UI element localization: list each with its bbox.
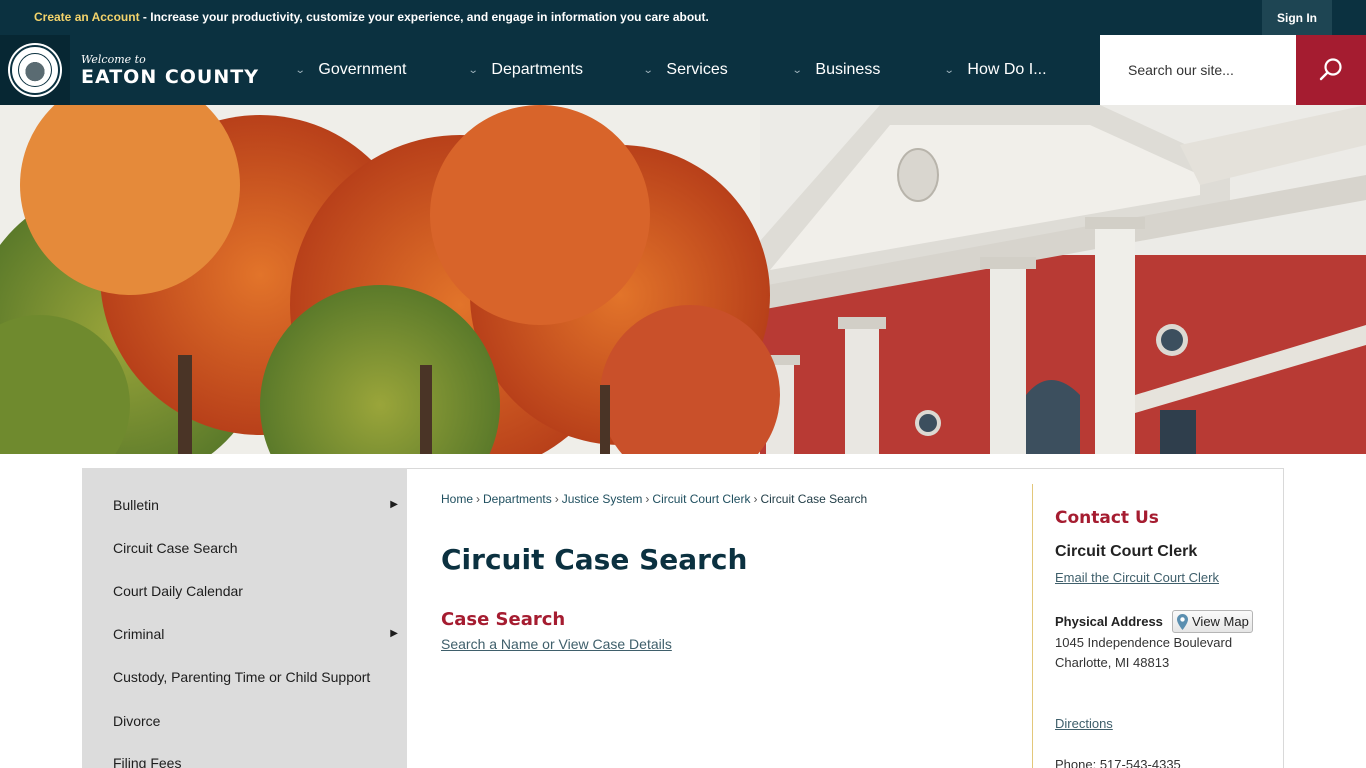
sidebar-item-label: Custody, Parenting Time or Child Support <box>113 669 371 685</box>
sidebar-item-label: Filing Fees <box>113 755 182 768</box>
chevron-down-icon: ⌄ <box>642 64 654 76</box>
phone-label: Phone: <box>1055 757 1100 768</box>
chevron-down-icon: ⌄ <box>791 64 803 76</box>
case-search-heading: Case Search <box>441 609 566 630</box>
sidebar-item-custody[interactable]: Custody, Parenting Time or Child Support <box>113 669 398 689</box>
page-title: Circuit Case Search <box>441 543 748 576</box>
column-divider <box>1032 484 1033 768</box>
account-bar: Create an Account - Increase your produc… <box>0 0 1366 35</box>
view-map-button[interactable]: View Map <box>1172 610 1253 633</box>
breadcrumb-separator: › <box>645 492 650 506</box>
breadcrumb-justice-system[interactable]: Justice System <box>562 492 643 506</box>
sidebar-item-label: Bulletin <box>113 497 159 513</box>
breadcrumb-separator: › <box>476 492 481 506</box>
contact-heading: Contact Us <box>1055 508 1159 528</box>
sidebar-nav: Bulletin ▶ Circuit Case Search Court Dai… <box>82 468 407 768</box>
nav-government[interactable]: ⌄ Government <box>294 35 407 105</box>
nav-business[interactable]: ⌄ Business <box>791 35 881 105</box>
sidebar-item-circuit-case-search[interactable]: Circuit Case Search <box>113 540 398 560</box>
sidebar-item-criminal[interactable]: Criminal ▶ <box>113 626 398 646</box>
address-line-2: Charlotte, MI 48813 <box>1055 655 1170 670</box>
nav-label: Government <box>318 61 407 78</box>
nav-label: Business <box>815 61 881 78</box>
breadcrumb-separator: › <box>554 492 559 506</box>
sidebar-item-court-daily-calendar[interactable]: Court Daily Calendar <box>113 583 398 603</box>
sidebar-item-label: Divorce <box>113 713 161 729</box>
site-header: Welcome to EATON COUNTY ⌄ Government ⌄ D… <box>0 35 1366 105</box>
breadcrumb-current: Circuit Case Search <box>760 492 868 506</box>
contact-email-link[interactable]: Email the Circuit Court Clerk <box>1055 570 1219 585</box>
sidebar-item-divorce[interactable]: Divorce <box>113 713 398 733</box>
site-brand[interactable]: Welcome to EATON COUNTY <box>81 53 259 88</box>
address-line-1: 1045 Independence Boulevard <box>1055 635 1233 650</box>
submenu-arrow-icon[interactable]: ▶ <box>390 499 398 510</box>
nav-departments[interactable]: ⌄ Departments <box>467 35 583 105</box>
brand-welcome: Welcome to <box>81 53 146 66</box>
directions-link[interactable]: Directions <box>1055 716 1113 731</box>
physical-address-label: Physical Address <box>1055 614 1163 629</box>
nav-label: Departments <box>491 61 583 78</box>
nav-label: How Do I... <box>967 61 1047 78</box>
sidebar-item-filing-fees[interactable]: Filing Fees <box>113 755 398 768</box>
breadcrumb-circuit-court-clerk[interactable]: Circuit Court Clerk <box>652 492 750 506</box>
submenu-arrow-icon[interactable]: ▶ <box>390 628 398 639</box>
search-input[interactable] <box>1100 35 1296 105</box>
contact-name: Circuit Court Clerk <box>1055 543 1198 560</box>
account-promo: Create an Account - Increase your produc… <box>34 10 709 24</box>
create-account-link[interactable]: Create an Account <box>34 10 140 24</box>
hero-image <box>0 105 1366 454</box>
breadcrumb-departments[interactable]: Departments <box>483 492 552 506</box>
search-icon <box>1319 58 1342 81</box>
sidebar-item-bulletin[interactable]: Bulletin ▶ <box>113 497 398 517</box>
county-seal-link[interactable] <box>0 35 70 105</box>
sidebar-item-label: Circuit Case Search <box>113 540 238 556</box>
sign-in-button[interactable]: Sign In <box>1262 0 1332 35</box>
chevron-down-icon: ⌄ <box>294 64 306 76</box>
breadcrumb: Home › Departments › Justice System › Circuit … <box>441 492 867 506</box>
sidebar-item-label: Criminal <box>113 626 165 642</box>
breadcrumb-separator: › <box>753 492 758 506</box>
view-map-label: View Map <box>1192 614 1249 629</box>
breadcrumb-home[interactable]: Home <box>441 492 473 506</box>
map-pin-icon <box>1177 613 1188 630</box>
promo-text: - Increase your productivity, customize … <box>139 10 709 24</box>
nav-how-do-i[interactable]: ⌄ How Do I... <box>943 35 1047 105</box>
search-button[interactable] <box>1296 35 1366 105</box>
county-seal-icon <box>10 45 60 95</box>
nav-services[interactable]: ⌄ Services <box>642 35 728 105</box>
hero-banner <box>0 105 1366 454</box>
phone-line: Phone: 517-543-4335 <box>1055 757 1181 768</box>
nav-label: Services <box>666 61 728 78</box>
brand-county: EATON COUNTY <box>81 66 259 88</box>
case-search-link[interactable]: Search a Name or View Case Details <box>441 636 672 652</box>
chevron-down-icon: ⌄ <box>943 64 955 76</box>
chevron-down-icon: ⌄ <box>467 64 479 76</box>
sidebar-item-label: Court Daily Calendar <box>113 583 243 599</box>
phone-number-link[interactable]: 517-543-4335 <box>1100 757 1181 768</box>
